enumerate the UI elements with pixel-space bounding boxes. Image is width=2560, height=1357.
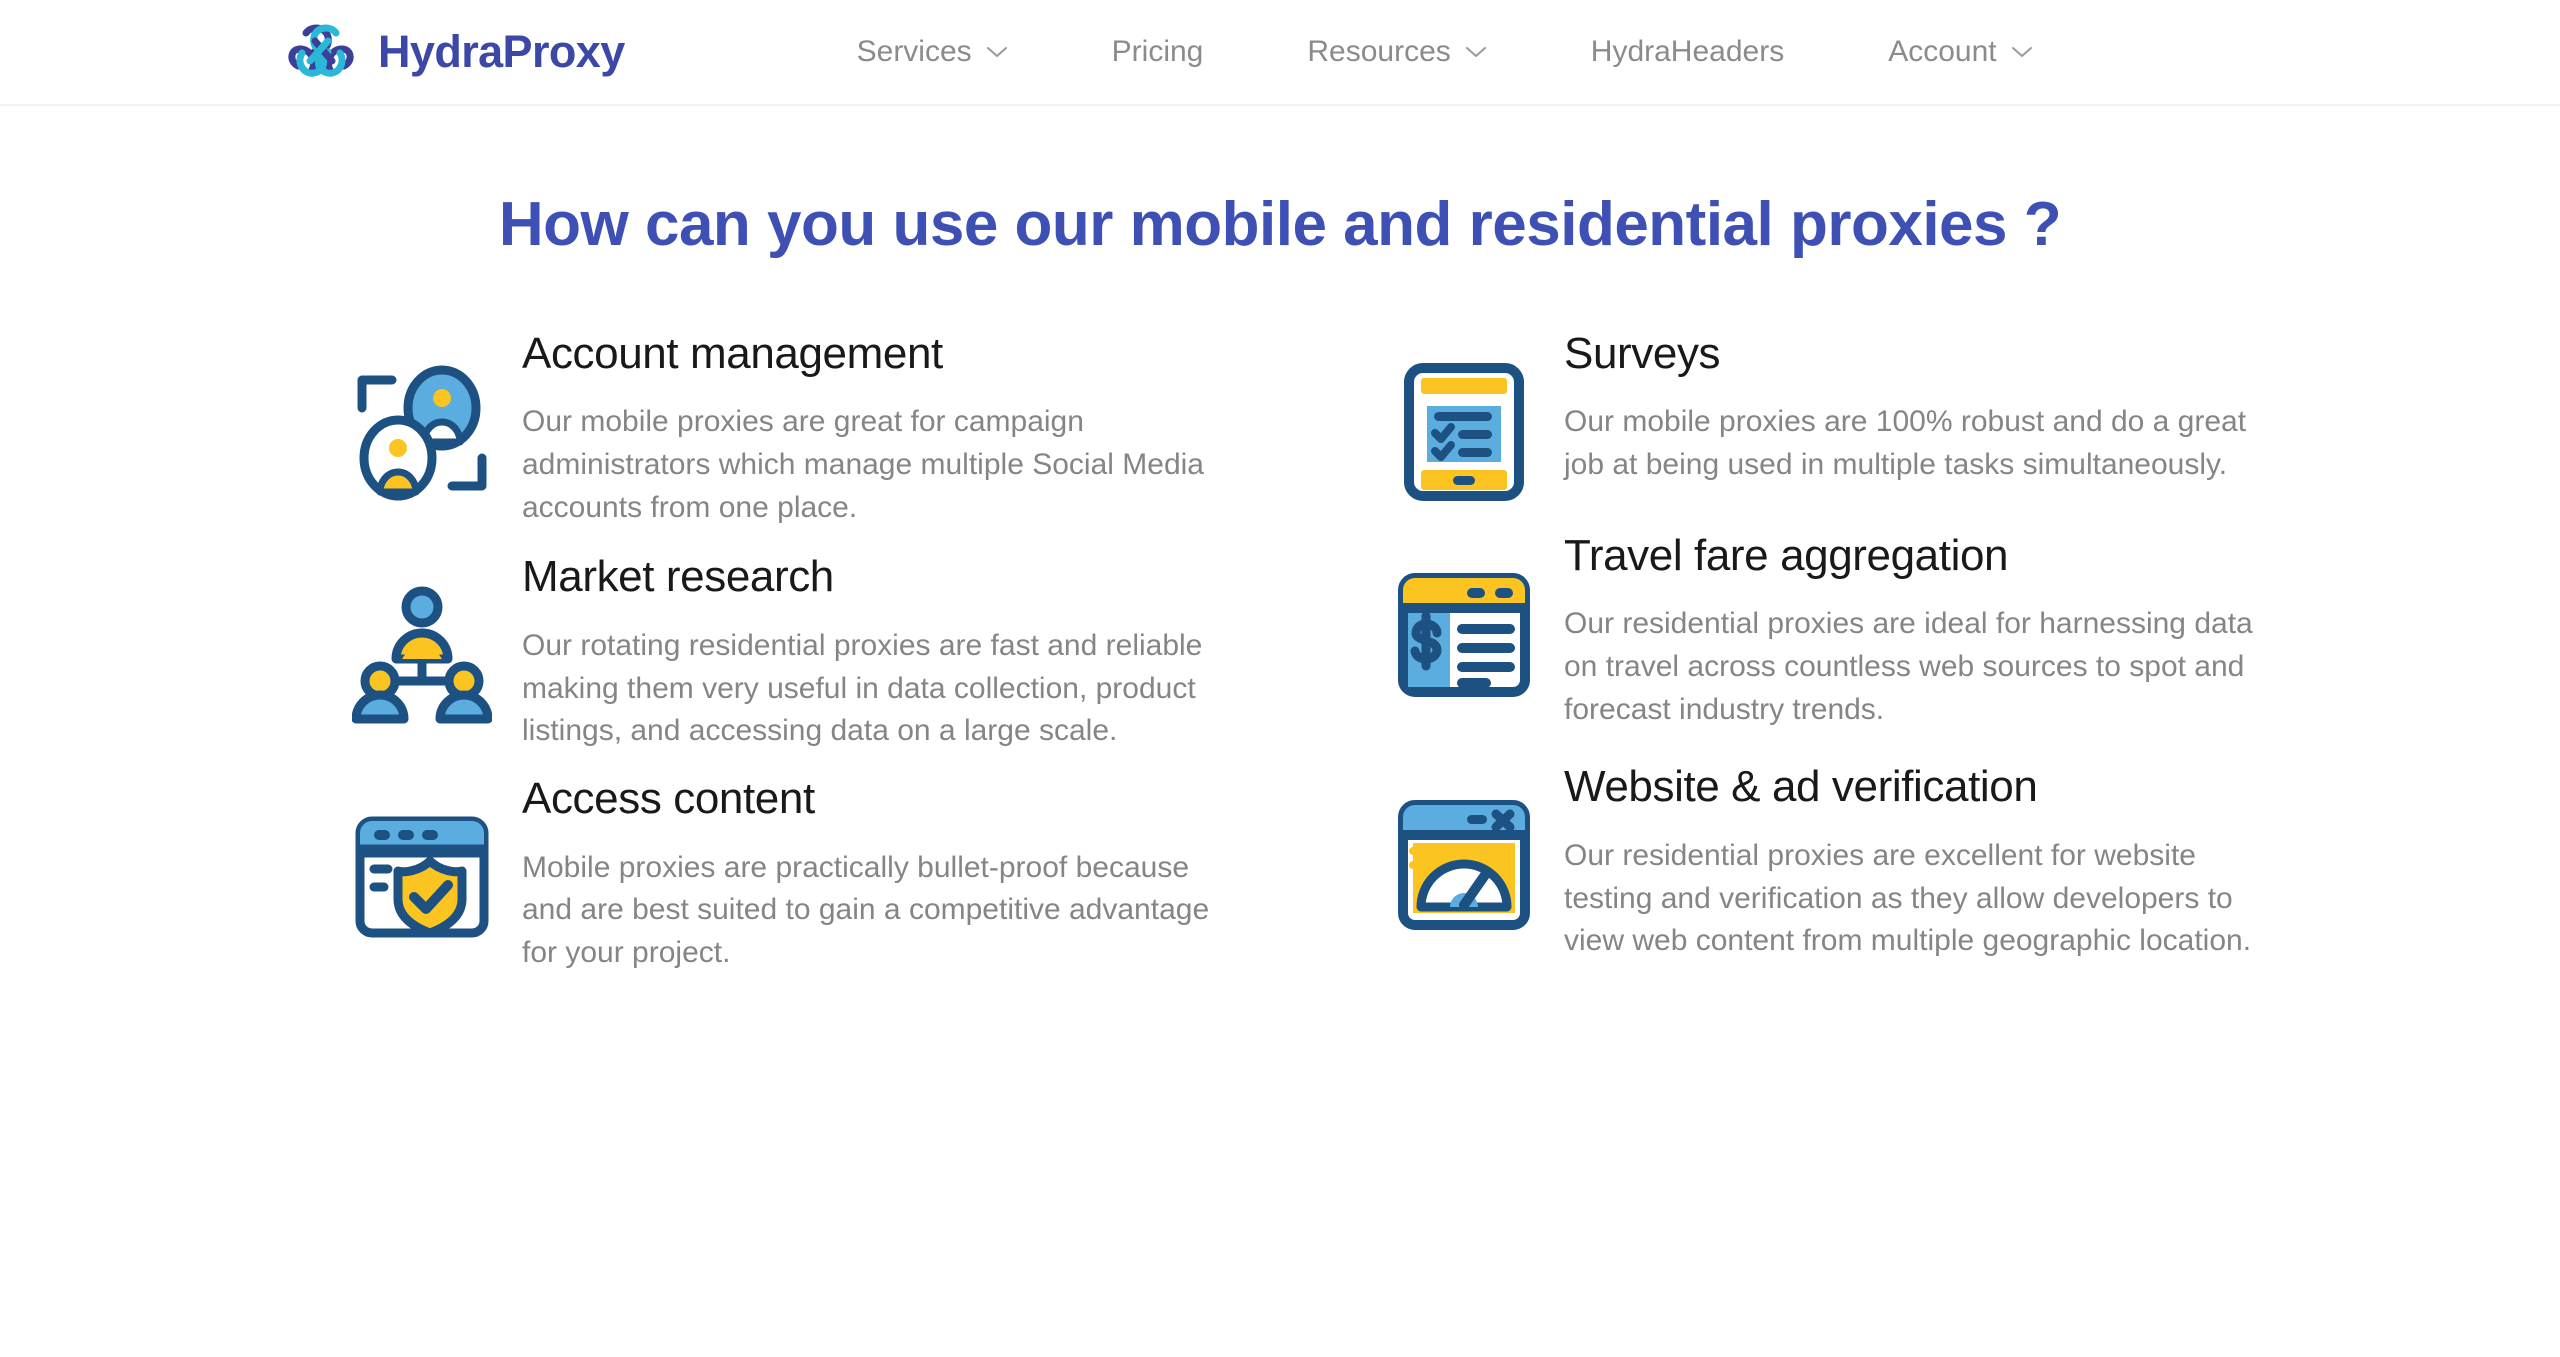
- feature-description: Our rotating residential proxies are fas…: [522, 629, 1203, 748]
- nav-item-label: Resources: [1307, 35, 1451, 68]
- nav-item-label: Pricing: [1111, 35, 1204, 68]
- feature-text: Website & ad verification Our residentia…: [1564, 755, 2362, 963]
- main-navigation: Services Pricing Resources HydraHeaders …: [805, 35, 2085, 69]
- feature-text: Access content Mobile proxies are practi…: [522, 767, 1342, 975]
- brand-name: HydraProxy: [378, 26, 625, 77]
- feature-text: Account management Our mobile proxies ar…: [522, 322, 1342, 530]
- nav-item-label: Services: [856, 35, 972, 68]
- hydra-knot-logo-icon: [288, 24, 354, 77]
- feature-title: Website & ad verification: [1564, 762, 2038, 812]
- browser-shield-check-icon: [355, 816, 489, 938]
- feature-title: Market research: [522, 552, 834, 602]
- nav-item-label: HydraHeaders: [1590, 35, 1785, 68]
- feature-text: Travel fare aggregation Our residential …: [1564, 524, 2362, 732]
- feature-card-market-research: Market research Our rotating residential…: [322, 545, 1342, 753]
- feature-icon-wrap: [1364, 322, 1564, 502]
- tablet-checklist-icon: [1404, 362, 1524, 501]
- chevron-down-icon: [2011, 46, 2032, 57]
- feature-card-access-content: Access content Mobile proxies are practi…: [322, 767, 1342, 975]
- features-grid: Account management Our mobile proxies ar…: [322, 322, 2560, 995]
- browser-dollar-list-icon: [1398, 572, 1530, 697]
- feature-description: Our residential proxies are ideal for ha…: [1564, 607, 2253, 726]
- feature-description: Mobile proxies are practically bullet-pr…: [522, 850, 1210, 969]
- feature-text: Surveys Our mobile proxies are 100% robu…: [1564, 322, 2362, 487]
- chevron-down-icon: [1465, 46, 1486, 57]
- feature-card-account-management: Account management Our mobile proxies ar…: [322, 322, 1342, 530]
- feature-text: Market research Our rotating residential…: [522, 545, 1342, 753]
- feature-description: Our residential proxies are excellent fo…: [1564, 839, 2252, 958]
- feature-title: Travel fare aggregation: [1564, 530, 2009, 580]
- site-header: HydraProxy Services Pricing Resources Hy…: [0, 0, 2560, 106]
- feature-card-website-ad-verification: Website & ad verification Our residentia…: [1364, 755, 2362, 963]
- feature-title: Surveys: [1564, 328, 1721, 378]
- feature-icon-wrap: [322, 767, 522, 947]
- feature-title: Account management: [522, 328, 943, 378]
- nav-item-pricing[interactable]: Pricing: [1060, 35, 1256, 69]
- feature-icon-wrap: [1364, 524, 1564, 704]
- features-column-left: Account management Our mobile proxies ar…: [322, 322, 1342, 995]
- feature-title: Access content: [522, 773, 815, 823]
- browser-speedometer-icon: [1398, 800, 1530, 931]
- two-users-framed-icon: [357, 365, 487, 500]
- feature-description: Our mobile proxies are 100% robust and d…: [1564, 405, 2247, 481]
- brand-logo-link[interactable]: HydraProxy: [282, 19, 625, 85]
- nav-item-account[interactable]: Account: [1836, 35, 2084, 69]
- feature-card-travel-fare-aggregation: Travel fare aggregation Our residential …: [1364, 524, 2362, 732]
- nav-item-label: Account: [1888, 35, 1997, 68]
- main-content: How can you use our mobile and residenti…: [0, 186, 2560, 995]
- feature-icon-wrap: [322, 545, 522, 725]
- org-chart-people-icon: [352, 586, 492, 724]
- nav-item-hydraheaders[interactable]: HydraHeaders: [1539, 35, 1836, 69]
- nav-item-services[interactable]: Services: [805, 35, 1060, 69]
- feature-description: Our mobile proxies are great for campaig…: [522, 405, 1204, 524]
- page-title: How can you use our mobile and residenti…: [498, 190, 2062, 259]
- nav-item-resources[interactable]: Resources: [1255, 35, 1538, 69]
- features-column-right: Surveys Our mobile proxies are 100% robu…: [1342, 322, 2362, 995]
- feature-icon-wrap: [1364, 755, 1564, 935]
- chevron-down-icon: [986, 46, 1007, 57]
- feature-card-surveys: Surveys Our mobile proxies are 100% robu…: [1364, 322, 2362, 502]
- feature-icon-wrap: [322, 322, 522, 502]
